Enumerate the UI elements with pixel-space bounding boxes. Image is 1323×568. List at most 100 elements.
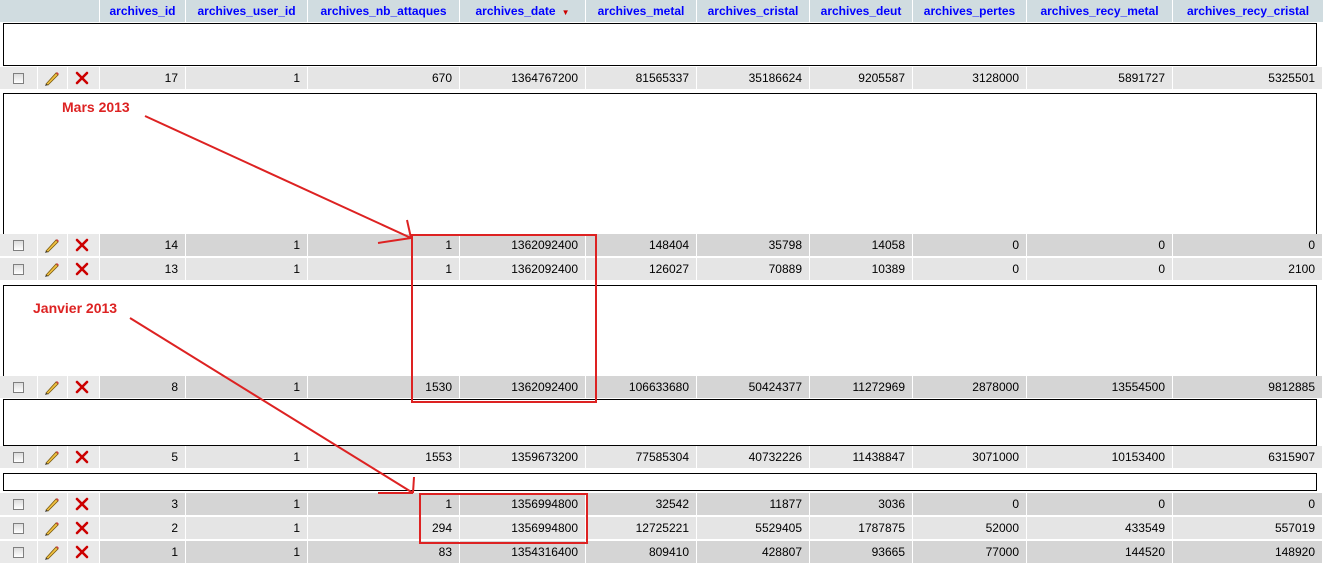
- delete-x-icon[interactable]: [74, 544, 90, 560]
- annotation-janvier: Janvier 2013: [33, 300, 118, 316]
- cell-archives-cristal: 40732226: [697, 446, 810, 468]
- header-controls-spacer: [0, 0, 100, 22]
- row-select-cell: [0, 493, 38, 515]
- column-header-label: archives_metal: [597, 4, 685, 18]
- cell-archives-cristal: 428807: [697, 541, 810, 563]
- edit-pencil-icon[interactable]: [44, 262, 60, 277]
- edit-pencil-icon[interactable]: [44, 497, 60, 512]
- edit-pencil-icon[interactable]: [44, 71, 60, 86]
- row-edit-cell: [38, 446, 68, 468]
- edit-pencil-icon[interactable]: [44, 238, 60, 253]
- cell-archives-deut: 11438847: [810, 446, 913, 468]
- delete-x-icon[interactable]: [74, 261, 90, 277]
- cell-archives-recy-cristal: 9812885: [1173, 376, 1323, 398]
- cell-archives-metal: 77585304: [586, 446, 697, 468]
- cell-archives-cristal: 70889: [697, 258, 810, 280]
- table-header: archives_id archives_user_id archives_nb…: [0, 0, 1323, 22]
- cell-archives-deut: 9205587: [810, 67, 913, 89]
- cell-archives-date: 1356994800: [460, 517, 586, 539]
- cell-archives-deut: 11272969: [810, 376, 913, 398]
- row-delete-cell: [68, 541, 100, 563]
- column-header-archives-deut[interactable]: archives_deut: [810, 0, 913, 22]
- column-header-label: archives_cristal: [707, 4, 799, 18]
- row-select-cell: [0, 258, 38, 280]
- row-edit-cell: [38, 234, 68, 256]
- delete-x-icon[interactable]: [74, 496, 90, 512]
- cell-archives-date: 1362092400: [460, 258, 586, 280]
- edit-pencil-icon[interactable]: [44, 380, 60, 395]
- blank-gap: [3, 473, 1317, 491]
- cell-archives-date: 1359673200: [460, 446, 586, 468]
- cell-archives-recy-metal: 433549: [1027, 517, 1173, 539]
- column-header-label: archives_deut: [820, 4, 902, 18]
- row-checkbox[interactable]: [13, 523, 24, 534]
- table-row: 1 1 83 1354316400 809410 428807 93665 77000 1445…: [0, 541, 1323, 563]
- cell-archives-id: 2: [100, 517, 186, 539]
- row-checkbox[interactable]: [13, 73, 24, 84]
- cell-archives-pertes: 0: [913, 258, 1027, 280]
- cell-archives-pertes: 0: [913, 493, 1027, 515]
- column-header-archives-date[interactable]: archives_date ▼: [460, 0, 586, 22]
- row-checkbox[interactable]: [13, 499, 24, 510]
- cell-archives-metal: 126027: [586, 258, 697, 280]
- row-delete-cell: [68, 493, 100, 515]
- cell-archives-date: 1356994800: [460, 493, 586, 515]
- cell-archives-cristal: 35186624: [697, 67, 810, 89]
- cell-archives-date: 1362092400: [460, 234, 586, 256]
- cell-archives-recy-metal: 10153400: [1027, 446, 1173, 468]
- row-edit-cell: [38, 517, 68, 539]
- row-edit-cell: [38, 258, 68, 280]
- row-checkbox[interactable]: [13, 240, 24, 251]
- cell-archives-pertes: 3071000: [913, 446, 1027, 468]
- column-header-archives-recy-metal[interactable]: archives_recy_metal: [1027, 0, 1173, 22]
- row-checkbox[interactable]: [13, 382, 24, 393]
- cell-archives-nb-attaques: 83: [308, 541, 460, 563]
- cell-archives-nb-attaques: 294: [308, 517, 460, 539]
- cell-archives-recy-cristal: 0: [1173, 234, 1323, 256]
- cell-archives-recy-cristal: 557019: [1173, 517, 1323, 539]
- table-row: 2 1 294 1356994800 12725221 5529405 1787875 520…: [0, 517, 1323, 539]
- cell-archives-recy-metal: 5891727: [1027, 67, 1173, 89]
- cell-archives-id: 17: [100, 67, 186, 89]
- column-header-archives-nb-attaques[interactable]: archives_nb_attaques: [308, 0, 460, 22]
- cell-archives-pertes: 0: [913, 234, 1027, 256]
- delete-x-icon[interactable]: [74, 70, 90, 86]
- column-header-archives-recy-cristal[interactable]: archives_recy_cristal: [1173, 0, 1323, 22]
- delete-x-icon[interactable]: [74, 379, 90, 395]
- column-header-archives-user-id[interactable]: archives_user_id: [186, 0, 308, 22]
- row-edit-cell: [38, 67, 68, 89]
- blank-gap: [3, 399, 1317, 446]
- table-row: 14 1 1 1362092400 148404 35798 14058 0 0 0: [0, 234, 1323, 256]
- column-header-archives-id[interactable]: archives_id: [100, 0, 186, 22]
- cell-archives-deut: 14058: [810, 234, 913, 256]
- cell-archives-id: 3: [100, 493, 186, 515]
- cell-archives-deut: 1787875: [810, 517, 913, 539]
- cell-archives-metal: 106633680: [586, 376, 697, 398]
- cell-archives-user-id: 1: [186, 234, 308, 256]
- row-checkbox[interactable]: [13, 547, 24, 558]
- edit-pencil-icon[interactable]: [44, 450, 60, 465]
- column-header-archives-cristal[interactable]: archives_cristal: [697, 0, 810, 22]
- column-header-archives-metal[interactable]: archives_metal: [586, 0, 697, 22]
- row-delete-cell: [68, 67, 100, 89]
- sort-desc-icon[interactable]: ▼: [562, 8, 570, 17]
- cell-archives-nb-attaques: 1: [308, 493, 460, 515]
- row-checkbox[interactable]: [13, 264, 24, 275]
- table-row: 17 1 670 1364767200 81565337 35186624 9205587 3…: [0, 67, 1323, 89]
- cell-archives-metal: 809410: [586, 541, 697, 563]
- cell-archives-recy-metal: 0: [1027, 258, 1173, 280]
- cell-archives-nb-attaques: 1: [308, 258, 460, 280]
- edit-pencil-icon[interactable]: [44, 521, 60, 536]
- column-header-archives-pertes[interactable]: archives_pertes: [913, 0, 1027, 22]
- row-edit-cell: [38, 376, 68, 398]
- blank-gap: [3, 23, 1317, 66]
- cell-archives-id: 13: [100, 258, 186, 280]
- delete-x-icon[interactable]: [74, 237, 90, 253]
- edit-pencil-icon[interactable]: [44, 545, 60, 560]
- delete-x-icon[interactable]: [74, 520, 90, 536]
- delete-x-icon[interactable]: [74, 449, 90, 465]
- cell-archives-recy-cristal: 5325501: [1173, 67, 1323, 89]
- cell-archives-id: 14: [100, 234, 186, 256]
- row-checkbox[interactable]: [13, 452, 24, 463]
- cell-archives-user-id: 1: [186, 67, 308, 89]
